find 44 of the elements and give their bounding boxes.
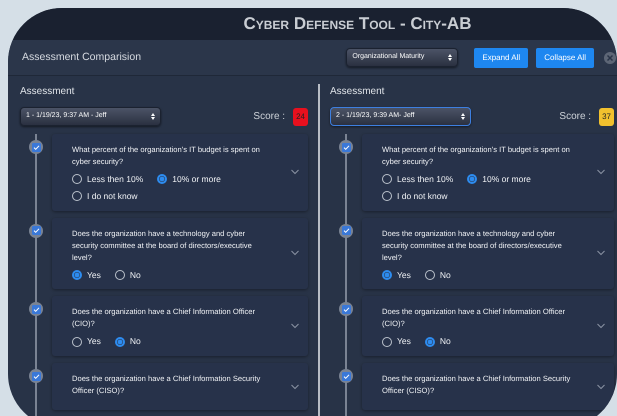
checkbox[interactable] (29, 369, 43, 383)
radio-option[interactable]: No (424, 268, 451, 282)
chevron-down-icon[interactable] (597, 250, 605, 256)
chevron-down-icon[interactable] (291, 170, 299, 175)
collapse-all-button[interactable]: Collapse All (536, 48, 594, 68)
radio-option[interactable]: Less then 10% (72, 173, 144, 186)
page-title: Assessment Comparision (22, 50, 142, 65)
score-label: Score : (253, 110, 286, 124)
radio-option[interactable]: 10% or more (467, 173, 531, 186)
score-label: Score : (559, 110, 592, 124)
radio-option[interactable]: No (114, 268, 141, 282)
chevron-down-icon[interactable] (291, 324, 299, 329)
select-arrows-icon (461, 113, 465, 120)
chevron-down-icon[interactable] (597, 170, 605, 175)
chevron-down-icon[interactable] (291, 384, 299, 389)
radio-option[interactable]: No (424, 335, 451, 348)
radio-option[interactable]: I do not know (382, 190, 448, 202)
radio-option[interactable]: I do not know (72, 190, 138, 202)
radio-option[interactable]: 10% or more (157, 173, 221, 186)
checkbox[interactable] (339, 369, 353, 383)
radio-option[interactable]: Yes (382, 268, 411, 282)
chevron-down-icon[interactable] (291, 250, 299, 256)
app-title: Cyber Defense Tool - City-AB (243, 13, 472, 36)
checkbox[interactable] (29, 302, 43, 316)
close-icon[interactable] (603, 50, 617, 64)
radio-option[interactable]: Yes (72, 268, 101, 282)
select-arrows-icon (448, 54, 452, 61)
section-label: Assessment (20, 85, 76, 99)
score-badge: 24 (293, 108, 308, 126)
chevron-down-icon[interactable] (597, 324, 605, 329)
select-arrows-icon (151, 113, 155, 120)
checkbox[interactable] (339, 302, 353, 316)
expand-all-button[interactable]: Expand All (474, 48, 528, 68)
radio-option[interactable]: No (114, 335, 141, 348)
section-label: Assessment (330, 85, 386, 99)
checkbox[interactable] (29, 140, 43, 154)
score-badge: 37 (599, 108, 614, 126)
radio-option[interactable]: Less then 10% (382, 173, 454, 186)
checkbox[interactable] (339, 140, 353, 154)
checkbox[interactable] (29, 224, 43, 238)
checkbox[interactable] (339, 224, 353, 238)
radio-option[interactable]: Yes (72, 335, 101, 348)
chevron-down-icon[interactable] (597, 384, 605, 389)
radio-option[interactable]: Yes (382, 335, 411, 348)
